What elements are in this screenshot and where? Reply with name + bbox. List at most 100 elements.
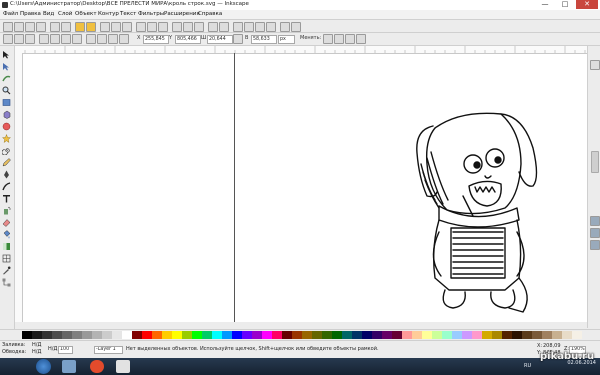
menu-help[interactable]: Справка xyxy=(198,11,222,17)
horizontal-scrollbar[interactable] xyxy=(15,322,587,328)
palette-swatch[interactable] xyxy=(242,331,252,339)
fill-value[interactable]: Н/Д xyxy=(32,342,41,348)
close-button[interactable]: ✕ xyxy=(576,0,598,9)
text-tool-icon[interactable] xyxy=(2,194,11,203)
group-icon[interactable] xyxy=(208,22,218,32)
rotate-cw-icon[interactable] xyxy=(50,34,60,44)
palette-swatch[interactable] xyxy=(422,331,432,339)
palette-swatch[interactable] xyxy=(412,331,422,339)
star-tool-icon[interactable] xyxy=(1,133,12,143)
3d-box-tool-icon[interactable] xyxy=(2,110,11,119)
palette-swatch[interactable] xyxy=(542,331,552,339)
palette-swatch[interactable] xyxy=(132,331,142,339)
spray-tool-icon[interactable] xyxy=(2,206,11,215)
palette-swatch[interactable] xyxy=(452,331,462,339)
snap-toggle-icon[interactable] xyxy=(590,60,600,70)
selector-tool-icon[interactable] xyxy=(2,50,11,59)
palette-swatch[interactable] xyxy=(462,331,472,339)
menu-layer[interactable]: Слой xyxy=(58,11,72,17)
scale-stroke-icon[interactable] xyxy=(323,34,333,44)
fill-stroke-icon[interactable] xyxy=(233,22,243,32)
dropper-tool-icon[interactable] xyxy=(2,266,11,275)
ellipse-tool-icon[interactable] xyxy=(2,122,11,131)
raise-icon[interactable] xyxy=(97,34,107,44)
zoom-page-icon[interactable] xyxy=(158,22,168,32)
move-gradients-icon[interactable] xyxy=(345,34,355,44)
palette-swatch[interactable] xyxy=(302,331,312,339)
new-document-icon[interactable] xyxy=(3,22,13,32)
zoom-drawing-icon[interactable] xyxy=(147,22,157,32)
palette-swatch[interactable] xyxy=(402,331,412,339)
vertical-ruler[interactable] xyxy=(15,53,23,328)
palette-swatch[interactable] xyxy=(222,331,232,339)
clone-icon[interactable] xyxy=(183,22,193,32)
xml-editor-icon[interactable] xyxy=(255,22,265,32)
tweak-tool-icon[interactable] xyxy=(2,74,11,83)
palette-swatch[interactable] xyxy=(372,331,382,339)
connector-tool-icon[interactable] xyxy=(2,278,11,287)
palette-swatch[interactable] xyxy=(212,331,222,339)
horizontal-ruler[interactable] xyxy=(15,46,587,54)
import-icon[interactable] xyxy=(50,22,60,32)
palette-swatch[interactable] xyxy=(352,331,362,339)
palette-swatch[interactable] xyxy=(522,331,532,339)
copy-icon[interactable] xyxy=(100,22,110,32)
flip-horizontal-icon[interactable] xyxy=(61,34,71,44)
spiral-tool-icon[interactable] xyxy=(1,146,11,156)
calligraphy-tool-icon[interactable] xyxy=(2,182,11,191)
palette-swatch[interactable] xyxy=(532,331,542,339)
node-tool-icon[interactable] xyxy=(2,62,11,71)
gradient-tool-icon[interactable] xyxy=(2,242,11,251)
save-icon[interactable] xyxy=(25,22,35,32)
palette-swatch[interactable] xyxy=(432,331,442,339)
unlink-clone-icon[interactable] xyxy=(194,22,204,32)
menu-filters[interactable]: Фильтры xyxy=(138,11,164,17)
palette-swatch[interactable] xyxy=(42,331,52,339)
palette-swatch[interactable] xyxy=(392,331,402,339)
palette-swatch[interactable] xyxy=(442,331,452,339)
palette-swatch[interactable] xyxy=(562,331,572,339)
palette-swatch[interactable] xyxy=(502,331,512,339)
menu-text[interactable]: Текст xyxy=(120,11,136,17)
taskbar-explorer-icon[interactable] xyxy=(62,360,76,373)
opacity-field[interactable]: 100 xyxy=(58,346,73,354)
mesh-tool-icon[interactable] xyxy=(2,254,11,263)
palette-swatch[interactable] xyxy=(262,331,272,339)
start-button[interactable] xyxy=(36,359,51,374)
palette-swatch[interactable] xyxy=(292,331,302,339)
palette-swatch[interactable] xyxy=(282,331,292,339)
text-font-icon[interactable] xyxy=(244,22,254,32)
palette-swatch[interactable] xyxy=(382,331,392,339)
palette-swatch[interactable] xyxy=(52,331,62,339)
maximize-button[interactable]: □ xyxy=(556,0,574,9)
palette-swatch[interactable] xyxy=(362,331,372,339)
palette-swatch[interactable] xyxy=(192,331,202,339)
palette-swatch[interactable] xyxy=(122,331,132,339)
palette-swatch[interactable] xyxy=(482,331,492,339)
menu-extensions[interactable]: Расширения xyxy=(164,11,200,17)
menu-path[interactable]: Контур xyxy=(98,11,119,17)
palette-swatch[interactable] xyxy=(72,331,82,339)
palette-swatch[interactable] xyxy=(472,331,482,339)
pencil-tool-icon[interactable] xyxy=(2,158,11,167)
lower-icon[interactable] xyxy=(108,34,118,44)
ungroup-icon[interactable] xyxy=(219,22,229,32)
palette-swatch[interactable] xyxy=(142,331,152,339)
palette-swatch[interactable] xyxy=(182,331,192,339)
palette-swatch[interactable] xyxy=(332,331,342,339)
duplicate-icon[interactable] xyxy=(172,22,182,32)
lower-to-bottom-icon[interactable] xyxy=(119,34,129,44)
open-icon[interactable] xyxy=(14,22,24,32)
paste-icon[interactable] xyxy=(122,22,132,32)
width-field[interactable]: 20,644 xyxy=(207,35,233,44)
palette-swatch[interactable] xyxy=(22,331,32,339)
paint-bucket-tool-icon[interactable] xyxy=(2,230,11,239)
layer-select[interactable]: -Layer 1 xyxy=(94,346,123,354)
palette-swatch[interactable] xyxy=(162,331,172,339)
snap-guides-icon[interactable] xyxy=(590,240,600,250)
palette-swatch[interactable] xyxy=(342,331,352,339)
align-distribute-icon[interactable] xyxy=(266,22,276,32)
move-patterns-icon[interactable] xyxy=(356,34,366,44)
palette-swatch[interactable] xyxy=(512,331,522,339)
eraser-tool-icon[interactable] xyxy=(2,218,11,227)
